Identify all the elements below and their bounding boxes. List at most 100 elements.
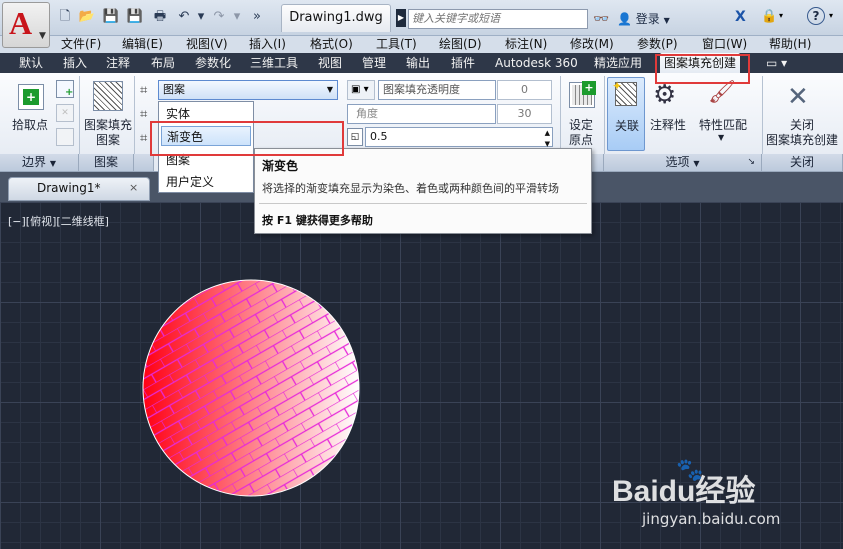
help-icon[interactable]: ? — [807, 7, 825, 25]
tab-autodesk-360[interactable]: Autodesk 360 — [495, 53, 578, 73]
menu-draw[interactable]: 绘图(D) — [439, 36, 482, 53]
save-icon[interactable]: 💾 — [102, 9, 120, 25]
menu-format[interactable]: 格式(O) — [310, 36, 353, 53]
tab-manage[interactable]: 管理 — [362, 53, 386, 73]
panel-pattern-title: 图案 — [79, 154, 134, 171]
menu-file[interactable]: 文件(F) — [61, 36, 101, 53]
panel-boundary-title[interactable]: 边界 ▼ — [0, 154, 79, 171]
recreate-boundary-icon[interactable] — [56, 128, 74, 146]
undo-icon[interactable]: ↶ — [175, 9, 193, 25]
set-origin-label-2[interactable]: 原点 — [563, 133, 599, 147]
angle-label-field[interactable]: 角度 — [347, 104, 496, 124]
paw-icon: 🐾 — [676, 458, 704, 483]
transparency-type-icon[interactable]: ▣ ▾ — [347, 80, 375, 100]
set-origin-label-1[interactable]: 设定 — [563, 118, 599, 132]
autodesk-app-icon[interactable]: 🔒 — [761, 9, 777, 24]
pick-points-button[interactable]: + — [18, 84, 44, 110]
associative-toggle[interactable]: ✦ 关联 — [607, 77, 645, 151]
hatch-tab-red-highlight — [655, 54, 750, 84]
tab-featured-apps[interactable]: 精选应用 — [594, 53, 642, 73]
set-origin-button[interactable]: + — [569, 81, 596, 108]
plus-icon: + — [582, 81, 596, 95]
chevron-down-icon[interactable]: ▾ — [829, 11, 833, 20]
tab-default[interactable]: 默认 — [19, 53, 43, 73]
binoculars-icon[interactable]: 👓 — [593, 12, 609, 27]
print-icon[interactable]: 🖶 — [151, 9, 169, 25]
panel-properties-title — [134, 154, 154, 171]
redo-dropdown-icon[interactable]: ▾ — [228, 9, 246, 25]
panel-options-title[interactable]: 选项 ▼ ↘ — [604, 154, 762, 171]
document-title: Drawing1.dwg — [289, 10, 383, 25]
hatch-type-dropdown[interactable]: 图案 ▼ — [158, 80, 338, 100]
transparency-value-field[interactable]: 0 — [497, 80, 552, 100]
tab-annotate[interactable]: 注释 — [106, 53, 130, 73]
undo-dropdown-icon[interactable]: ▾ — [192, 9, 210, 25]
chevron-down-icon[interactable]: ▼ — [718, 131, 724, 145]
menu-help[interactable]: 帮助(H) — [769, 36, 811, 53]
menu-parameters[interactable]: 参数(P) — [637, 36, 678, 53]
tab-parametric[interactable]: 参数化 — [195, 53, 231, 73]
tooltip: 渐变色 将选择的渐变填充显示为染色、着色或两种颜色间的平滑转场 按 F1 键获得… — [254, 148, 592, 234]
scale-spinner[interactable]: 0.5 ▲ ▼ — [365, 127, 553, 148]
menu-dimension[interactable]: 标注(N) — [505, 36, 547, 53]
close-hatch-icon[interactable]: ✕ — [787, 82, 809, 112]
chevron-down-icon[interactable]: ▾ — [779, 11, 783, 20]
pick-points-label[interactable]: 拾取点 — [12, 118, 48, 132]
hatch-pattern-label-2[interactable]: 图案 — [83, 133, 133, 147]
option-user-defined[interactable]: 用户定义 — [161, 172, 251, 192]
brick-hatch — [143, 280, 359, 496]
menu-insert[interactable]: 插入(I) — [249, 36, 286, 53]
scale-value: 0.5 — [370, 130, 388, 143]
scale-icon: ◱ — [347, 128, 363, 146]
login-area[interactable]: 👓 👤 登录 ▼ — [593, 9, 713, 29]
menu-window[interactable]: 窗口(W) — [702, 36, 747, 53]
more-tools-icon[interactable]: » — [248, 9, 266, 25]
menu-edit[interactable]: 编辑(E) — [122, 36, 163, 53]
tab-output[interactable]: 输出 — [406, 53, 430, 73]
close-label-1[interactable]: 关闭 — [765, 118, 839, 132]
transparency-label-field[interactable]: 图案填充透明度 — [378, 80, 496, 100]
new-file-icon[interactable]: 🗋 — [56, 9, 74, 25]
open-file-icon[interactable]: 📂 — [78, 9, 96, 25]
menu-bar: 文件(F) 编辑(E) 视图(V) 插入(I) 格式(O) 工具(T) 绘图(D… — [0, 36, 843, 53]
search-expand-icon[interactable]: ▶ — [396, 9, 406, 27]
chevron-down-icon: ▼ — [39, 31, 46, 41]
ribbon-minimize-icon[interactable]: ▭ ▾ — [766, 53, 787, 73]
gradient-red-highlight — [150, 121, 344, 156]
menu-view[interactable]: 视图(V) — [186, 36, 228, 53]
tab-view[interactable]: 视图 — [318, 53, 342, 73]
tab-plugins[interactable]: 插件 — [451, 53, 475, 73]
exchange-icon[interactable]: X — [735, 9, 746, 25]
search-input[interactable] — [408, 9, 588, 29]
viewport-controls[interactable]: [−][俯视][二维线框] — [8, 213, 109, 229]
angle-value-field[interactable]: 30 — [497, 104, 552, 124]
tab-layout[interactable]: 布局 — [151, 53, 175, 73]
baidu-watermark: Baidu经验 🐾 jingyan.baidu.com — [612, 458, 832, 540]
application-menu-button[interactable]: A ▼ — [2, 2, 50, 48]
tab-insert[interactable]: 插入 — [63, 53, 87, 73]
hatch-pattern-label-1[interactable]: 图案填充 — [83, 118, 133, 132]
match-properties-label[interactable]: 特性匹配 — [697, 118, 749, 132]
remove-boundary-icon[interactable]: ✕ — [56, 104, 74, 122]
drawing-file-tab[interactable]: Drawing1* × — [8, 177, 150, 201]
dialog-launcher-icon[interactable]: ↘ — [747, 154, 755, 171]
annotative-icon[interactable]: ⚙ — [653, 80, 676, 110]
annotative-label[interactable]: 注释性 — [648, 118, 688, 132]
chevron-down-icon[interactable]: ▼ — [664, 16, 670, 25]
hatch-color-icon: ⌗ — [140, 107, 148, 122]
hatch-pattern-swatch-icon[interactable] — [93, 81, 123, 111]
hatch-type-value: 图案 — [163, 83, 185, 96]
tooltip-help: 按 F1 键获得更多帮助 — [262, 214, 373, 227]
close-icon[interactable]: × — [129, 181, 138, 194]
save-as-icon[interactable]: 💾 — [126, 9, 144, 25]
menu-modify[interactable]: 修改(M) — [570, 36, 614, 53]
hatch-type-icon: ⌗ — [140, 83, 148, 98]
close-label-2[interactable]: 图案填充创建 — [765, 133, 839, 147]
select-objects-icon[interactable]: + — [56, 80, 74, 98]
login-label[interactable]: 登录 — [636, 12, 660, 26]
menu-tools[interactable]: 工具(T) — [376, 36, 417, 53]
tab-3d-tools[interactable]: 三维工具 — [250, 53, 298, 73]
redo-icon[interactable]: ↷ — [210, 9, 228, 25]
panel-boundary-label: 边界 — [22, 155, 47, 169]
tooltip-title: 渐变色 — [262, 159, 299, 173]
